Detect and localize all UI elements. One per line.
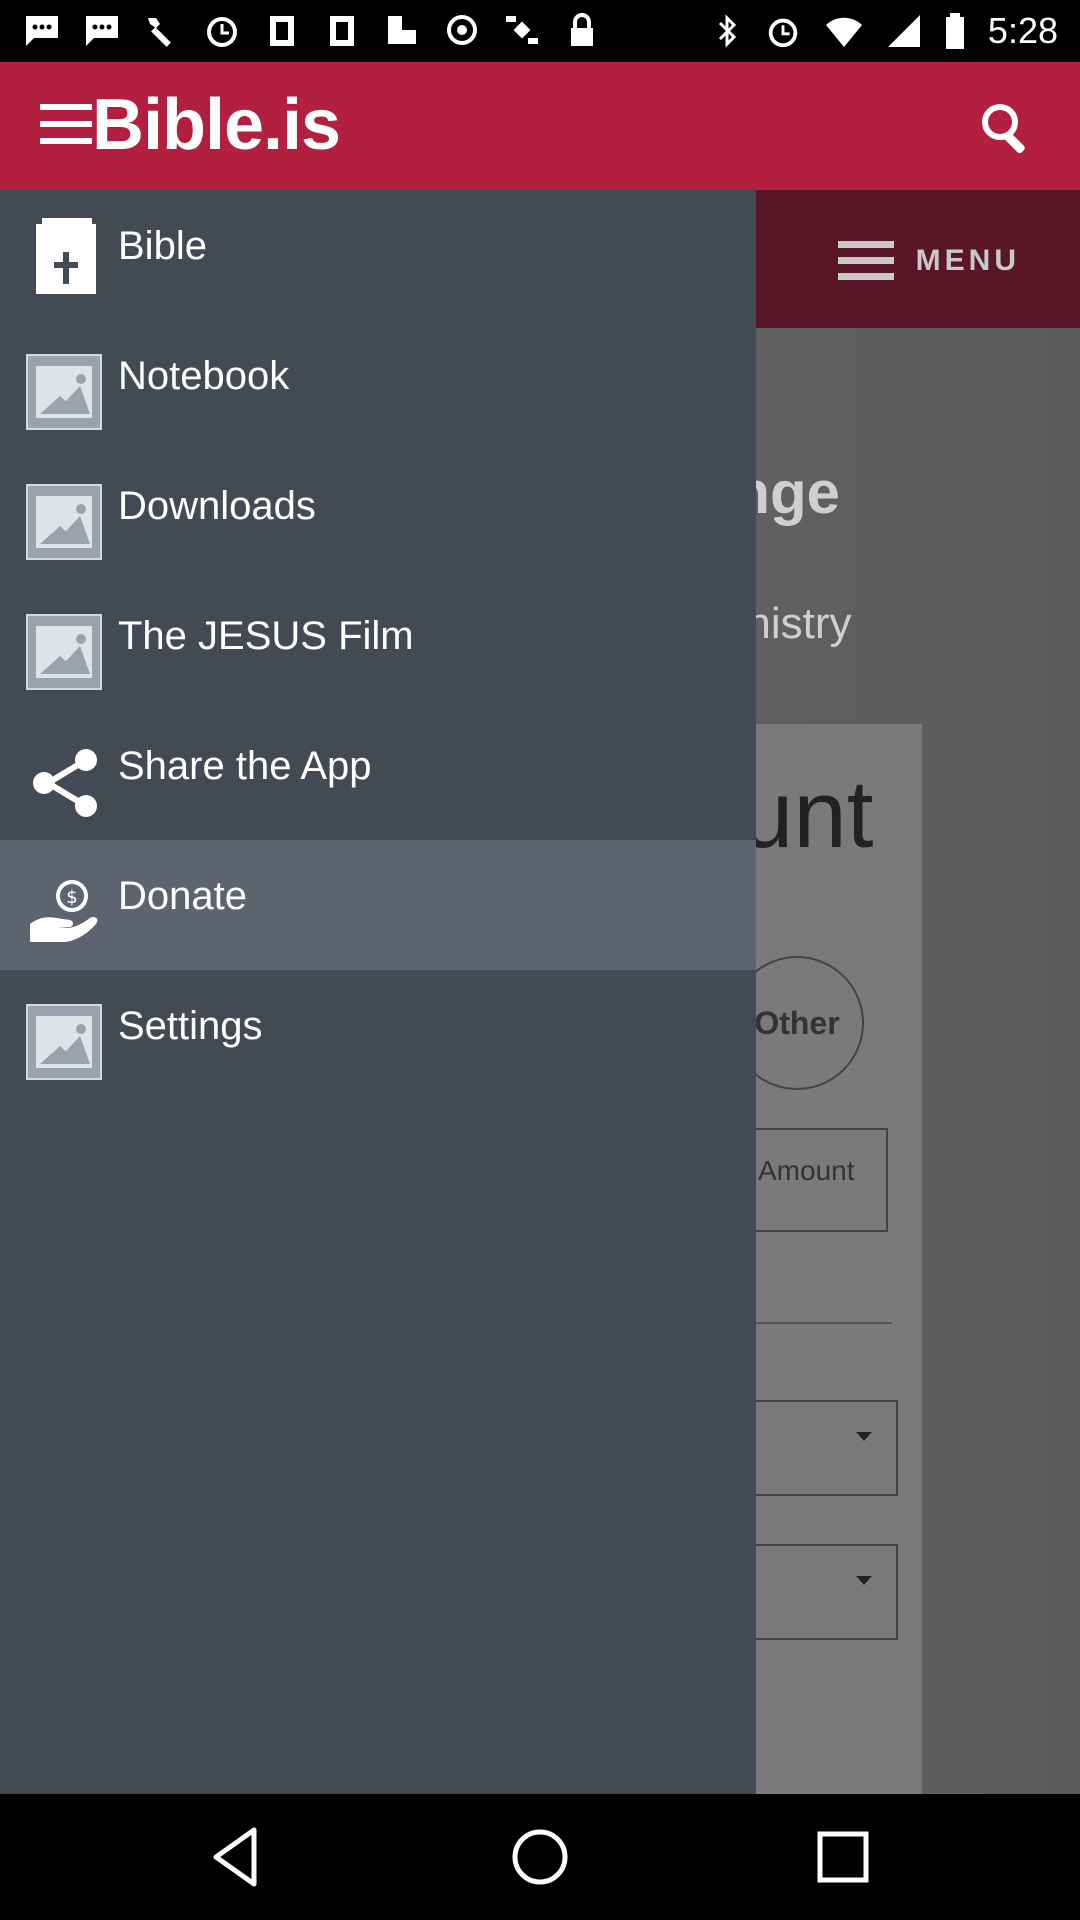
drawer-item-settings[interactable]: Settings <box>0 970 756 1100</box>
menu-label: MENU <box>915 243 1020 277</box>
hamburger-menu-icon[interactable] <box>40 104 92 144</box>
drawer-item-label: Bible <box>118 224 207 268</box>
drawer-item-label: Settings <box>118 1004 263 1048</box>
share-icon <box>33 749 97 817</box>
satellite-icon <box>506 16 538 44</box>
status-left-icons <box>22 10 602 50</box>
drawer-item-jesus-film[interactable]: The JESUS Film <box>0 580 756 710</box>
menu-icon <box>837 232 894 289</box>
donate-icon: $ <box>30 880 98 942</box>
app-logo: Bible.is <box>92 85 341 165</box>
drawer-item-label: The JESUS Film <box>118 614 414 658</box>
dropdown-arrow-icon <box>856 1432 872 1441</box>
drawer-item-label: Notebook <box>118 354 290 398</box>
app-icon <box>270 16 294 46</box>
recents-icon[interactable] <box>808 1822 878 1892</box>
alarm-icon <box>207 17 237 47</box>
status-right: 5:28 <box>712 10 1058 52</box>
alarm-icon <box>768 18 798 48</box>
svg-text:$: $ <box>66 887 77 908</box>
battery-icon <box>945 13 964 49</box>
messages-icon <box>26 16 58 46</box>
app-icon-2 <box>330 16 354 46</box>
more-messages-icon <box>86 16 118 46</box>
image-placeholder-icon <box>26 614 104 692</box>
drawer-item-label: Donate <box>118 874 247 918</box>
home-icon[interactable] <box>505 1822 575 1892</box>
search-icon[interactable] <box>976 98 1036 158</box>
navigation-drawer: Bible Notebook Downloads The JESUS Film … <box>0 190 756 1794</box>
image-placeholder-icon <box>26 1004 104 1082</box>
flipboard-icon <box>388 16 416 44</box>
drawer-item-share-app[interactable]: Share the App <box>0 710 756 840</box>
drawer-item-notebook[interactable]: Notebook <box>0 320 756 450</box>
drawer-item-label: Share the App <box>118 744 372 788</box>
drawer-item-donate[interactable]: $ Donate <box>0 840 756 970</box>
bible-icon <box>26 218 104 302</box>
dropdown-arrow-icon <box>856 1576 872 1585</box>
drawer-item-label: Downloads <box>118 484 316 528</box>
status-bar: 5:28 <box>0 0 1080 62</box>
image-placeholder-icon <box>26 484 104 562</box>
image-placeholder-icon <box>26 354 104 432</box>
drawer-item-downloads[interactable]: Downloads <box>0 450 756 580</box>
lock-icon <box>571 13 593 46</box>
drawer-item-bible[interactable]: Bible <box>0 190 756 320</box>
bluetooth-icon <box>718 14 737 48</box>
clock: 5:28 <box>987 10 1058 51</box>
system-navigation-bar <box>0 1794 1080 1920</box>
signal-icon <box>887 15 920 47</box>
sync-icon <box>447 15 477 45</box>
app-bar: Bible.is <box>0 62 1080 190</box>
background-menu-button: MENU <box>837 232 1020 289</box>
background-account-text: unt <box>740 761 874 868</box>
wrench-icon <box>148 18 171 47</box>
wifi-icon <box>825 17 862 47</box>
back-icon[interactable] <box>202 1822 272 1892</box>
